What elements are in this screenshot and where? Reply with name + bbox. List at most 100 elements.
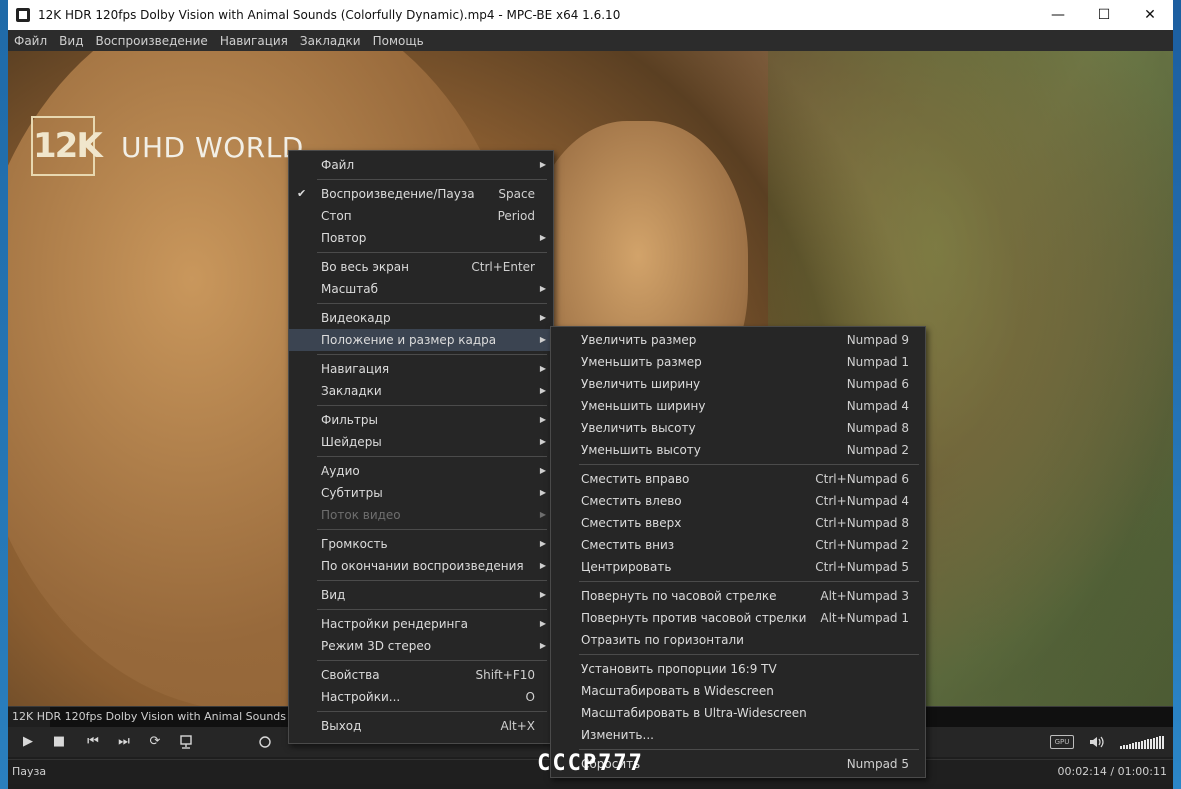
menu-item-label: Свойства bbox=[321, 668, 380, 682]
subtitle-icon[interactable] bbox=[173, 727, 199, 757]
menu-item-shortcut: Numpad 1 bbox=[846, 355, 909, 369]
menu-item[interactable]: Установить пропорции 16:9 TV bbox=[551, 658, 925, 680]
menu-playback[interactable]: Воспроизведение bbox=[89, 31, 213, 52]
menu-bookmarks[interactable]: Закладки bbox=[294, 31, 367, 52]
stop-button[interactable]: ■ bbox=[46, 727, 72, 757]
menu-item[interactable]: Масштабировать в Widescreen bbox=[551, 680, 925, 702]
menu-item[interactable]: Вид ▶ bbox=[289, 584, 553, 606]
volume-bar-segment bbox=[1129, 743, 1131, 749]
submenu-arrow-icon: ▶ bbox=[539, 160, 546, 169]
previous-button[interactable]: ⏮ bbox=[80, 727, 106, 757]
menu-item[interactable]: Фильтры ▶ bbox=[289, 409, 553, 431]
speaker-icon[interactable] bbox=[1084, 727, 1110, 757]
context-menu: Файл ▶ ✔ Воспроизведение/Пауза Space Стоп Peri… bbox=[288, 150, 554, 744]
menu-item[interactable]: Стоп Period bbox=[289, 205, 553, 227]
menu-item-shortcut: Alt+Numpad 1 bbox=[820, 611, 909, 625]
menu-item-label: Настройки... bbox=[321, 690, 401, 704]
menu-item[interactable]: Свойства Shift+F10 bbox=[289, 664, 553, 686]
volume-bar-segment bbox=[1132, 743, 1134, 749]
menu-item[interactable]: Шейдеры ▶ bbox=[289, 431, 553, 453]
logo-text: UHD WORLD bbox=[121, 131, 304, 164]
loop-button[interactable]: ⟳ bbox=[142, 727, 168, 757]
menu-item[interactable]: Громкость ▶ bbox=[289, 533, 553, 555]
volume-bar-segment bbox=[1120, 746, 1122, 749]
menu-item[interactable]: Отразить по горизонтали bbox=[551, 629, 925, 651]
menu-item[interactable]: Во весь экран Ctrl+Enter bbox=[289, 256, 553, 278]
play-button[interactable]: ▶ bbox=[15, 727, 41, 757]
menu-view[interactable]: Вид bbox=[53, 31, 89, 52]
menu-item-label: Выход bbox=[321, 719, 362, 733]
submenu-arrow-icon: ▶ bbox=[539, 561, 546, 570]
seek-title: 12K HDR 120fps Dolby Vision with Animal … bbox=[12, 710, 334, 723]
menu-help[interactable]: Помощь bbox=[367, 31, 430, 52]
menu-item-label: Изменить... bbox=[581, 728, 654, 742]
submenu-arrow-icon: ▶ bbox=[539, 510, 546, 519]
menu-item[interactable]: Повтор ▶ bbox=[289, 227, 553, 249]
menu-item-label: Фильтры bbox=[321, 413, 378, 427]
menu-separator bbox=[579, 581, 919, 582]
menu-item[interactable]: Файл ▶ bbox=[289, 154, 553, 176]
desktop-edge-left bbox=[0, 0, 8, 789]
submenu-arrow-icon: ▶ bbox=[539, 437, 546, 446]
menu-navigation[interactable]: Навигация bbox=[214, 31, 294, 52]
submenu-arrow-icon: ▶ bbox=[539, 386, 546, 395]
menu-item-shortcut: Period bbox=[497, 209, 535, 223]
menu-item[interactable]: Настройки рендеринга ▶ bbox=[289, 613, 553, 635]
menu-item[interactable]: Увеличить высоту Numpad 8 bbox=[551, 417, 925, 439]
menu-item[interactable]: Сместить влево Ctrl+Numpad 4 bbox=[551, 490, 925, 512]
menu-item-label: Уменьшить высоту bbox=[581, 443, 701, 457]
menu-separator bbox=[579, 654, 919, 655]
menu-item[interactable]: Увеличить ширину Numpad 6 bbox=[551, 373, 925, 395]
volume-bar-segment bbox=[1147, 739, 1149, 749]
menu-item-label: Сместить вправо bbox=[581, 472, 690, 486]
menu-item-label: Увеличить ширину bbox=[581, 377, 701, 391]
menu-item-label: Стоп bbox=[321, 209, 352, 223]
submenu-arrow-icon: ▶ bbox=[539, 619, 546, 628]
menu-item[interactable]: Режим 3D стерео ▶ bbox=[289, 635, 553, 657]
maximize-button[interactable]: ☐ bbox=[1081, 0, 1127, 30]
menu-item[interactable]: Аудио ▶ bbox=[289, 460, 553, 482]
menu-item[interactable]: Повернуть по часовой стрелке Alt+Numpad 3 bbox=[551, 585, 925, 607]
menu-item-label: Уменьшить размер bbox=[581, 355, 702, 369]
close-button[interactable]: ✕ bbox=[1127, 0, 1173, 30]
menu-item-label: Громкость bbox=[321, 537, 388, 551]
menu-item[interactable]: ✔ Воспроизведение/Пауза Space bbox=[289, 183, 553, 205]
volume-slider[interactable] bbox=[1120, 735, 1166, 749]
menu-item[interactable]: Закладки ▶ bbox=[289, 380, 553, 402]
menu-separator bbox=[317, 303, 547, 304]
menu-item-label: Повтор bbox=[321, 231, 367, 245]
submenu-arrow-icon: ▶ bbox=[539, 590, 546, 599]
menu-item[interactable]: Навигация ▶ bbox=[289, 358, 553, 380]
menu-item[interactable]: Настройки... O bbox=[289, 686, 553, 708]
menu-item[interactable]: Уменьшить высоту Numpad 2 bbox=[551, 439, 925, 461]
menu-item[interactable]: Видеокадр ▶ bbox=[289, 307, 553, 329]
submenu-arrow-icon: ▶ bbox=[539, 488, 546, 497]
menu-item[interactable]: Изменить... bbox=[551, 724, 925, 746]
menu-item[interactable]: Сместить вниз Ctrl+Numpad 2 bbox=[551, 534, 925, 556]
submenu-arrow-icon: ▶ bbox=[539, 313, 546, 322]
menu-item[interactable]: Уменьшить ширину Numpad 4 bbox=[551, 395, 925, 417]
menu-item[interactable]: Центрировать Ctrl+Numpad 5 bbox=[551, 556, 925, 578]
menu-item[interactable]: Масштабировать в Ultra-Widescreen bbox=[551, 702, 925, 724]
menu-item[interactable]: Повернуть против часовой стрелки Alt+Nump… bbox=[551, 607, 925, 629]
menu-item[interactable]: Выход Alt+X bbox=[289, 715, 553, 737]
next-button[interactable]: ⏭ bbox=[111, 727, 137, 757]
menu-item[interactable]: Субтитры ▶ bbox=[289, 482, 553, 504]
menu-item-shortcut: Numpad 8 bbox=[846, 421, 909, 435]
menu-file[interactable]: Файл bbox=[8, 31, 53, 52]
menu-item[interactable]: Сместить вверх Ctrl+Numpad 8 bbox=[551, 512, 925, 534]
search-icon[interactable] bbox=[252, 727, 278, 757]
menu-item[interactable]: Уменьшить размер Numpad 1 bbox=[551, 351, 925, 373]
menu-item[interactable]: По окончании воспроизведения ▶ bbox=[289, 555, 553, 577]
volume-bar-segment bbox=[1138, 741, 1140, 749]
menu-item-label: По окончании воспроизведения bbox=[321, 559, 524, 573]
minimize-button[interactable]: — bbox=[1035, 0, 1081, 30]
menu-item[interactable]: Сместить вправо Ctrl+Numpad 6 bbox=[551, 468, 925, 490]
menu-item[interactable]: Положение и размер кадра ▶ bbox=[289, 329, 553, 351]
submenu-arrow-icon: ▶ bbox=[539, 335, 546, 344]
menu-item[interactable]: Увеличить размер Numpad 9 bbox=[551, 329, 925, 351]
title-bar[interactable]: 12K HDR 120fps Dolby Vision with Animal … bbox=[8, 0, 1173, 30]
menu-item-label: Закладки bbox=[321, 384, 382, 398]
menu-item[interactable]: Масштаб ▶ bbox=[289, 278, 553, 300]
menu-item-shortcut: O bbox=[525, 690, 535, 704]
